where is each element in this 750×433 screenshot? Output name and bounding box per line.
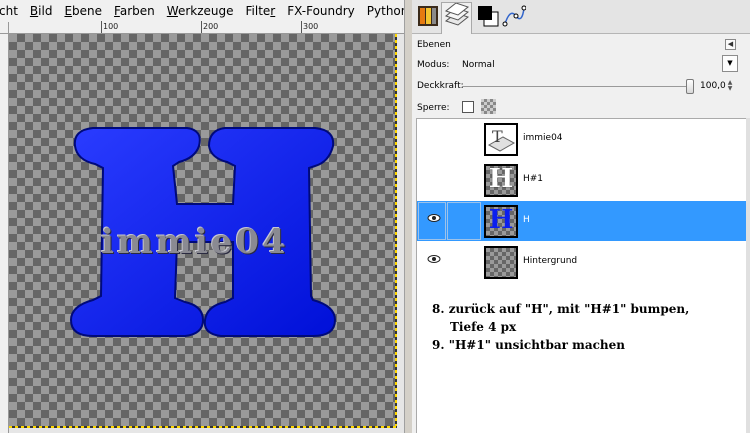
instruction-line-1: 8. zurück auf "H", mit "H#1" bumpen, [432, 302, 690, 316]
layer-list: T immie04 H H#1 H H Hintergrund [416, 118, 750, 433]
opacity-value[interactable]: 100,0 [700, 81, 726, 91]
mode-select[interactable]: Normal [462, 60, 495, 70]
instruction-line-3: 9. "H#1" unsichtbar machen [432, 338, 625, 352]
panel-title: Ebenen [417, 40, 451, 50]
ruler-label-100: 100 [103, 22, 119, 31]
menu-layer[interactable]: Ebene [58, 0, 108, 22]
tool-options-icon [418, 6, 438, 26]
ruler-tick [201, 21, 202, 33]
layer-row[interactable]: Hintergrund [417, 242, 750, 282]
svg-text:T: T [492, 127, 503, 146]
layer-name[interactable]: immie04 [523, 133, 563, 143]
menu-tools[interactable]: Werkzeuge [161, 0, 240, 22]
menubar: cht Bild Ebene Farben Werkzeuge Filter F… [0, 0, 404, 22]
instruction-line-2: Tiefe 4 px [450, 320, 517, 334]
horizontal-ruler[interactable]: 100 200 300 [9, 21, 404, 34]
layer-thumbnail [484, 246, 518, 279]
menu-view[interactable]: cht [0, 0, 24, 22]
vertical-scrollbar[interactable] [397, 34, 404, 433]
lock-alpha-icon[interactable] [481, 99, 496, 114]
tool-options-tab[interactable] [416, 4, 444, 32]
mode-label: Modus: [417, 60, 450, 70]
opacity-slider-track[interactable] [462, 86, 690, 87]
blue-h-thumb-glyph: H [488, 205, 514, 235]
layer-name[interactable]: Hintergrund [523, 256, 577, 266]
menu-tools-rest: erkzeuge [177, 4, 234, 18]
opacity-spin-arrows[interactable]: ▲ ▼ [724, 80, 736, 92]
layer-list-scrollbar[interactable] [746, 118, 750, 433]
chain-cell[interactable] [447, 202, 481, 240]
menu-filters[interactable]: Filter [240, 0, 282, 22]
layer-row[interactable]: T immie04 [417, 119, 750, 159]
lock-label: Sperre: [417, 103, 450, 113]
eye-icon[interactable] [427, 213, 441, 223]
menu-layer-rest: bene [72, 4, 103, 18]
layers-stack-icon [444, 2, 470, 26]
tutorial-instructions: 8. zurück auf "H", mit "H#1" bumpen, Tie… [432, 300, 689, 354]
canvas-watermark-text: immie04 [101, 222, 289, 262]
layer-name[interactable]: H#1 [523, 174, 543, 184]
paths-icon [502, 5, 527, 27]
white-h-thumb-glyph: H [488, 164, 514, 194]
mode-dropdown-button[interactable]: ▼ [722, 55, 738, 72]
layer-name[interactable]: H [523, 215, 530, 225]
menu-colors[interactable]: Farben [108, 0, 161, 22]
gimp-screenshot: cht Bild Ebene Farben Werkzeuge Filter F… [0, 0, 750, 433]
layer-row-selected[interactable]: H H [417, 201, 750, 241]
layer-thumbnail: H [484, 164, 518, 197]
layers-tab[interactable] [441, 2, 472, 34]
eye-icon[interactable] [427, 254, 441, 264]
text-layer-icon: T [487, 127, 516, 152]
ruler-label-300: 300 [303, 22, 319, 31]
image-window: cht Bild Ebene Farben Werkzeuge Filter F… [0, 0, 404, 433]
opacity-label: Deckkraft: [417, 81, 464, 91]
vertical-ruler[interactable] [0, 34, 9, 433]
menu-colors-rest: arben [119, 4, 155, 18]
ruler-tick [301, 21, 302, 33]
ruler-corner[interactable] [0, 22, 9, 34]
channels-icon [478, 6, 499, 27]
ruler-tick [101, 21, 102, 33]
layer-thumbnail: T [484, 123, 518, 156]
layer-row[interactable]: H H#1 [417, 160, 750, 200]
ruler-label-200: 200 [203, 22, 219, 31]
opacity-slider-thumb[interactable] [686, 79, 694, 94]
menu-python-fu[interactable]: Python-Fu [361, 0, 404, 22]
window-separator [404, 0, 412, 433]
menu-image-rest: ild [38, 4, 53, 18]
panel-menu-button[interactable]: ◀ [725, 39, 736, 50]
horizontal-scrollbar[interactable] [9, 428, 397, 433]
menu-image[interactable]: Bild [24, 0, 59, 22]
image-canvas[interactable]: immie04 [9, 34, 395, 426]
channels-tab[interactable] [476, 4, 504, 32]
layers-dock: Ebenen ◀ Modus: Normal ▼ Deckkraft: 100,… [412, 0, 750, 433]
menu-fx-foundry[interactable]: FX-Foundry [281, 0, 361, 22]
dock-tabs [412, 0, 750, 34]
layer-thumbnail: H [484, 205, 518, 238]
paths-tab[interactable] [502, 4, 530, 32]
lock-pixels-checkbox[interactable] [462, 101, 474, 113]
